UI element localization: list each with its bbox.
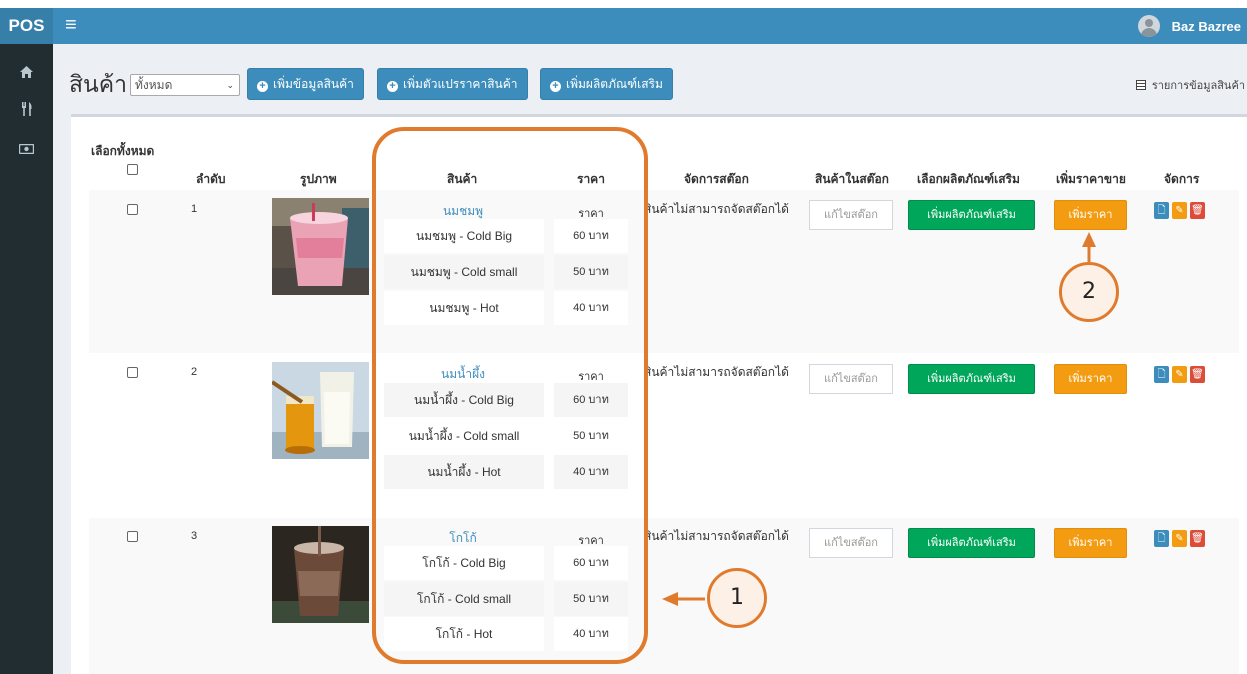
trash-icon[interactable]: 🗑 <box>1190 202 1205 219</box>
product-photo <box>272 362 369 459</box>
add-price-header: เพิ่มราคาขาย <box>1056 172 1126 186</box>
view-icon[interactable]: 🗋 <box>1154 366 1169 383</box>
stock-note: สินค้าไม่สามารถจัดสต๊อกได้ <box>644 365 789 379</box>
money-icon[interactable] <box>0 142 53 157</box>
actions-header: จัดการ <box>1164 172 1200 186</box>
add-product-button[interactable]: + เพิ่มข้อมูลสินค้า <box>247 68 364 100</box>
plus-circle-icon: + <box>387 81 398 92</box>
product-list-label: รายการข้อมูลสินค้า <box>1151 80 1245 92</box>
order-header: ลำดับ <box>196 172 226 186</box>
product-name[interactable]: นมน้ำผึ้ง <box>385 365 541 384</box>
add-price-variant-label: เพิ่มตัวแปรราคาสินค้า <box>403 77 518 91</box>
edit-icon[interactable]: ✎ <box>1172 202 1187 219</box>
category-filter-select[interactable]: ทั้งหมด ⌄ <box>130 74 240 96</box>
add-price-row-button[interactable]: เพิ่มราคา <box>1054 528 1127 558</box>
row-order: 1 <box>190 203 198 215</box>
add-price-row-button[interactable]: เพิ่มราคา <box>1054 200 1127 230</box>
variant-name: โกโก้ - Cold Big <box>384 546 544 580</box>
add-product-label: เพิ่มข้อมูลสินค้า <box>273 77 354 91</box>
plus-circle-icon: + <box>550 81 561 92</box>
select-addon-header: เลือกผลิตภัณฑ์เสริม <box>917 172 1020 186</box>
list-icon <box>1135 80 1146 90</box>
in-stock-header: สินค้าในสต๊อก <box>815 172 889 186</box>
annotation-marker-2: 2 <box>1059 262 1119 322</box>
view-icon[interactable]: 🗋 <box>1154 202 1169 219</box>
filter-selected-value: ทั้งหมด <box>135 78 173 92</box>
variant-name: นมน้ำผึ้ง - Hot <box>384 455 544 489</box>
annotation-marker-1: 1 <box>707 568 767 628</box>
variant-name: โกโก้ - Hot <box>384 617 544 651</box>
sidebar <box>0 44 53 674</box>
row-checkbox[interactable] <box>127 204 138 215</box>
chevron-down-icon: ⌄ <box>226 80 234 90</box>
trash-icon[interactable]: 🗑 <box>1190 530 1205 547</box>
variant-name: นมน้ำผึ้ง - Cold Big <box>384 383 544 417</box>
edit-stock-input[interactable]: แก้ไขสต๊อก <box>809 528 893 558</box>
edit-stock-input[interactable]: แก้ไขสต๊อก <box>809 200 893 230</box>
row-checkbox[interactable] <box>127 367 138 378</box>
select-all-header: เลือกทั้งหมด <box>91 144 155 158</box>
add-addon-button[interactable]: + เพิ่มผลิตภัณฑ์เสริม <box>540 68 673 100</box>
variant-price: 40 บาท <box>554 455 628 489</box>
product-photo <box>272 198 369 295</box>
select-all-checkbox[interactable] <box>127 164 138 175</box>
add-price-variant-button[interactable]: + เพิ่มตัวแปรราคาสินค้า <box>377 68 528 100</box>
user-name: Baz Bazree <box>1171 18 1241 34</box>
stock-note: สินค้าไม่สามารถจัดสต๊อกได้ <box>644 202 789 216</box>
edit-icon[interactable]: ✎ <box>1172 530 1187 547</box>
page-title: สินค้า <box>69 71 128 97</box>
add-addon-label: เพิ่มผลิตภัณฑ์เสริม <box>566 77 663 91</box>
add-addon-row-button[interactable]: เพิ่มผลิตภัณฑ์เสริม <box>908 528 1035 558</box>
product-header: สินค้า <box>447 172 478 186</box>
variant-price: 40 บาท <box>554 291 628 325</box>
variant-name: โกโก้ - Cold small <box>384 582 544 616</box>
top-navbar: POS ≡ Baz Bazree <box>0 8 1247 44</box>
variant-price: 60 บาท <box>554 383 628 417</box>
variant-price: 40 บาท <box>554 617 628 651</box>
variant-price: 60 บาท <box>554 546 628 580</box>
variant-name: นมชมพู - Cold small <box>384 255 544 289</box>
row-order: 3 <box>190 530 198 542</box>
add-addon-row-button[interactable]: เพิ่มผลิตภัณฑ์เสริม <box>908 364 1035 394</box>
row-order: 2 <box>190 366 198 378</box>
product-list-link[interactable]: รายการข้อมูลสินค้า <box>1135 76 1245 94</box>
trash-icon[interactable]: 🗑 <box>1190 366 1205 383</box>
variant-price: 50 บาท <box>554 419 628 453</box>
edit-stock-input[interactable]: แก้ไขสต๊อก <box>809 364 893 394</box>
stock-note: สินค้าไม่สามารถจัดสต๊อกได้ <box>644 529 789 543</box>
row-checkbox[interactable] <box>127 531 138 542</box>
variant-name: นมชมพู - Hot <box>384 291 544 325</box>
add-price-row-button[interactable]: เพิ่มราคา <box>1054 364 1127 394</box>
product-photo <box>272 526 369 623</box>
view-icon[interactable]: 🗋 <box>1154 530 1169 547</box>
variant-name: นมน้ำผึ้ง - Cold small <box>384 419 544 453</box>
edit-icon[interactable]: ✎ <box>1172 366 1187 383</box>
cutlery-icon[interactable] <box>0 102 53 119</box>
user-menu[interactable]: Baz Bazree <box>1137 8 1247 44</box>
avatar <box>1137 15 1160 37</box>
price-header: ราคา <box>577 172 605 186</box>
add-addon-row-button[interactable]: เพิ่มผลิตภัณฑ์เสริม <box>908 200 1035 230</box>
variant-price: 50 บาท <box>554 255 628 289</box>
image-header: รูปภาพ <box>300 172 337 186</box>
variant-price: 50 บาท <box>554 582 628 616</box>
variant-name: นมชมพู - Cold Big <box>384 219 544 253</box>
home-icon[interactable] <box>0 66 53 81</box>
manage-stock-header: จัดการสต๊อก <box>684 172 749 186</box>
variant-price: 60 บาท <box>554 219 628 253</box>
hamburger-icon[interactable]: ≡ <box>65 8 77 42</box>
app-logo[interactable]: POS <box>0 8 53 44</box>
plus-circle-icon: + <box>257 81 268 92</box>
